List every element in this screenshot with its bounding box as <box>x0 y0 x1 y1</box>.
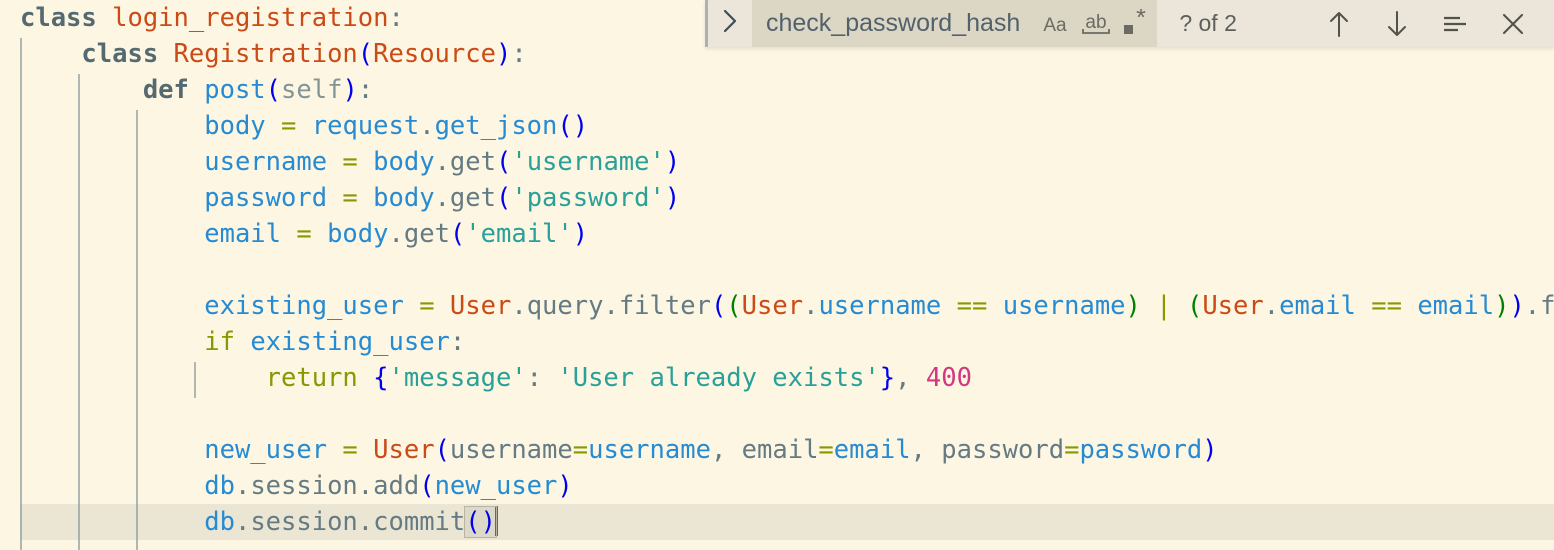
search-input[interactable]: check_password_hash Aa ab * <box>752 0 1158 47</box>
arrow-down-icon <box>1383 8 1411 40</box>
chevron-right-icon <box>721 7 740 40</box>
svg-text:*: * <box>1136 9 1146 32</box>
code-line-active[interactable]: db.session.commit() <box>0 504 1554 540</box>
match-case-icon: Aa <box>1038 11 1072 37</box>
find-panel[interactable]: check_password_hash Aa ab * ? of 2 <box>705 0 1554 47</box>
text-caret <box>494 506 498 536</box>
code-line[interactable]: username = body.get('username') <box>0 144 1554 180</box>
find-previous-button[interactable] <box>1316 3 1362 45</box>
code-line[interactable]: existing_user = User.query.filter((User.… <box>0 288 1554 324</box>
search-input-value[interactable]: check_password_hash <box>752 9 1034 38</box>
code-line[interactable]: db.session.add(new_user) <box>0 468 1554 504</box>
code-line[interactable]: def post(self): <box>0 72 1554 108</box>
match-case-toggle[interactable]: Aa <box>1034 4 1075 44</box>
arrow-up-icon <box>1325 8 1353 40</box>
code-line[interactable]: body = request.get_json() <box>0 108 1554 144</box>
code-line-blank[interactable] <box>0 252 1554 288</box>
regex-icon: * <box>1120 9 1154 39</box>
code-content[interactable]: class login_registration: class Registra… <box>0 0 1554 540</box>
filter-lines-icon <box>1440 11 1470 37</box>
find-options-button[interactable] <box>1432 3 1478 45</box>
code-line-blank[interactable] <box>0 396 1554 432</box>
code-line[interactable]: return {'message': 'User already exists'… <box>0 360 1554 396</box>
matching-bracket-highlight: () <box>464 506 497 538</box>
code-line[interactable]: email = body.get('email') <box>0 216 1554 252</box>
code-editor[interactable]: class login_registration: class Registra… <box>0 0 1554 550</box>
code-line[interactable]: new_user = User(username=username, email… <box>0 432 1554 468</box>
find-next-button[interactable] <box>1374 3 1420 45</box>
match-count-label: ? of 2 <box>1179 10 1237 36</box>
close-find-button[interactable] <box>1490 3 1536 45</box>
close-icon <box>1499 10 1527 38</box>
expand-search-toggle[interactable] <box>708 0 752 47</box>
whole-word-toggle[interactable]: ab <box>1075 4 1116 44</box>
find-panel-actions <box>1316 3 1554 45</box>
svg-text:Aa: Aa <box>1043 15 1067 36</box>
whole-word-icon: ab <box>1078 9 1114 39</box>
regex-toggle[interactable]: * <box>1116 4 1157 44</box>
code-line[interactable]: if existing_user: <box>0 324 1554 360</box>
svg-text:ab: ab <box>1085 12 1106 33</box>
code-line[interactable]: password = body.get('password') <box>0 180 1554 216</box>
